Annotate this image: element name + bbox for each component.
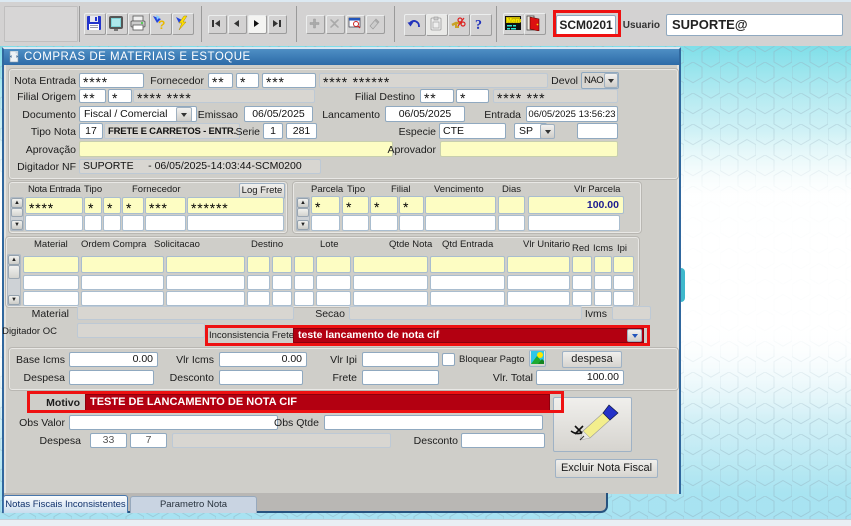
svg-text:?: ? <box>475 18 482 32</box>
svg-text:?: ? <box>158 18 165 31</box>
svg-text:Menu: Menu <box>507 18 522 25</box>
